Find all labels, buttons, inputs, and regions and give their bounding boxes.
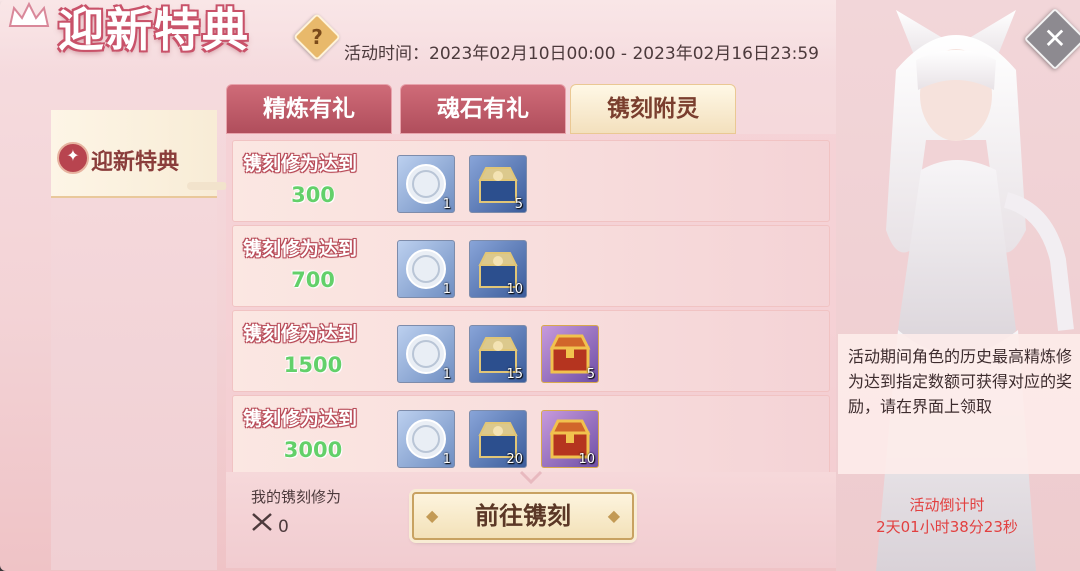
reward-condition: 镌刻修为达到: [243, 323, 358, 345]
gold-chest-item[interactable]: 5: [541, 325, 599, 383]
blue-chest-item[interactable]: 15: [469, 325, 527, 383]
tab-bar: 精炼有礼 魂石有礼 镌刻附灵: [226, 84, 836, 134]
reward-list[interactable]: 镌刻修为达到 300 1 5 镌刻修为达到 700 1 10 镌刻修为达到 15…: [226, 134, 836, 472]
title-area: 迎新特典: [4, 0, 304, 70]
crown-icon: [8, 1, 50, 27]
blue-chest-item[interactable]: 5: [469, 155, 527, 213]
crossed-swords-icon: [252, 513, 272, 531]
item-quantity: 10: [506, 282, 523, 297]
reward-row: 镌刻修为达到 1500 1 15 5: [232, 310, 830, 392]
description-panel: 活动期间角色的历史最高精炼修为达到指定数额可获得对应的奖励，请在界面上领取: [838, 334, 1080, 474]
item-quantity: 1: [442, 367, 451, 382]
reward-row: 镌刻修为达到 700 1 10: [232, 225, 830, 307]
gold-chest-item[interactable]: 10: [541, 410, 599, 468]
reward-threshold: 3000: [283, 438, 343, 462]
goto-engrave-button[interactable]: ◆ 前往镌刻 ◆: [412, 492, 634, 540]
event-description: 活动期间角色的历史最高精炼修为达到指定数额可获得对应的奖励，请在界面上领取: [848, 347, 1073, 416]
goto-engrave-label: 前往镌刻: [475, 502, 571, 530]
diamond-ornament-icon: ◆: [607, 506, 620, 525]
character-portrait: [836, 0, 1080, 571]
silver-coin-item[interactable]: 1: [397, 410, 455, 468]
item-quantity: 15: [506, 367, 523, 382]
silver-coin-item[interactable]: 1: [397, 325, 455, 383]
diamond-ornament-icon: ◆: [426, 506, 439, 525]
countdown-timer: 2天01小时38分23秒: [876, 518, 1018, 536]
silver-coin-item[interactable]: 1: [397, 155, 455, 213]
tab-refine[interactable]: 精炼有礼: [226, 84, 392, 134]
sidebar-item-welcome[interactable]: 迎新特典: [51, 110, 227, 198]
bottom-bar: 我的镌刻修为 0 ◆ 前往镌刻 ◆: [226, 470, 836, 568]
tab-engrave[interactable]: 镌刻附灵: [570, 84, 736, 134]
item-quantity: 20: [506, 452, 523, 467]
character-illustration: [876, 10, 1074, 571]
sidebar-item-label: 迎新特典: [91, 150, 180, 175]
reward-condition: 镌刻修为达到: [243, 153, 358, 175]
my-engrave-value-row: 0: [250, 512, 289, 537]
blue-chest-item[interactable]: 10: [469, 240, 527, 298]
item-quantity: 1: [442, 282, 451, 297]
reward-condition: 镌刻修为达到: [243, 238, 358, 260]
reward-row: 镌刻修为达到 3000 1 20 10: [232, 395, 830, 472]
selection-ribbon: [187, 182, 227, 190]
item-quantity: 5: [514, 197, 523, 212]
scroll-down-icon: [519, 470, 543, 484]
reward-threshold: 300: [291, 183, 335, 207]
reward-threshold: 1500: [283, 353, 343, 377]
item-quantity: 10: [578, 452, 595, 467]
emblem-icon: [57, 142, 89, 174]
reward-row: 镌刻修为达到 300 1 5: [232, 140, 830, 222]
page-title: 迎新特典: [58, 3, 250, 57]
my-engrave-value: 0: [278, 517, 289, 537]
item-quantity: 5: [586, 367, 595, 382]
event-time: 活动时间：2023年02月10日00:00 - 2023年02月16日23:59: [344, 44, 819, 64]
sidebar: 迎新特典: [51, 110, 227, 570]
close-icon: ✕: [1043, 22, 1067, 55]
reward-condition: 镌刻修为达到: [243, 408, 358, 430]
tab-soulstone[interactable]: 魂石有礼: [400, 84, 566, 134]
countdown-label: 活动倒计时: [909, 496, 985, 514]
question-icon: ?: [311, 25, 323, 49]
event-panel: 迎新特典 ? 活动时间：2023年02月10日00:00 - 2023年02月1…: [0, 0, 1080, 571]
my-engrave-label: 我的镌刻修为: [251, 488, 342, 506]
silver-coin-item[interactable]: 1: [397, 240, 455, 298]
blue-chest-item[interactable]: 20: [469, 410, 527, 468]
item-quantity: 1: [442, 452, 451, 467]
reward-threshold: 700: [291, 268, 335, 292]
item-quantity: 1: [442, 197, 451, 212]
